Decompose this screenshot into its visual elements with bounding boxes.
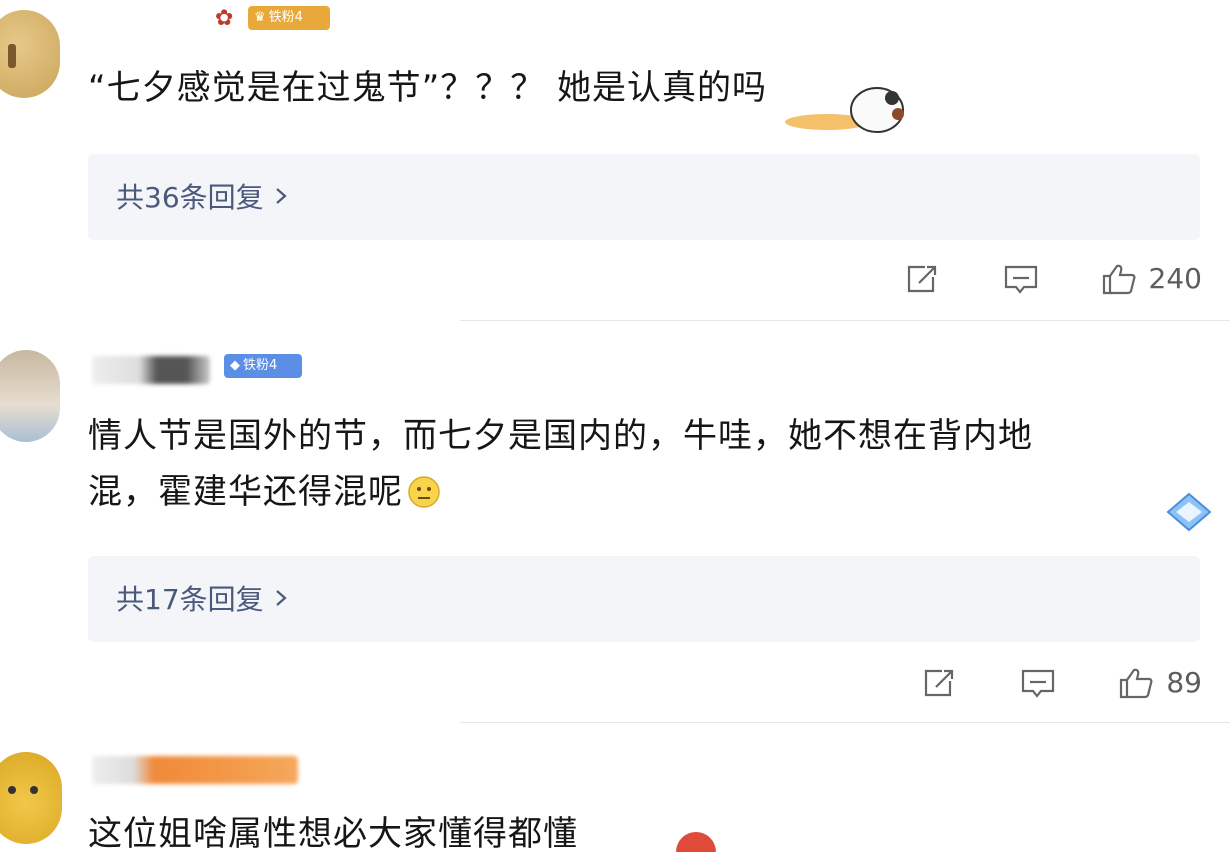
fan-level-badge: ◆ 铁粉4 — [224, 354, 302, 378]
share-icon[interactable] — [905, 263, 941, 295]
diamond-decoration-icon — [1166, 492, 1212, 532]
comment-icon[interactable] — [1003, 263, 1039, 295]
smiley-emoji-icon — [408, 476, 440, 508]
chevron-right-icon — [275, 590, 287, 606]
view-replies-link[interactable]: 共36条回复 — [116, 176, 288, 216]
comment-icon[interactable] — [1020, 667, 1056, 699]
thumbs-up-icon — [1120, 668, 1153, 698]
panda-sticker-icon — [785, 87, 904, 133]
fan-level-badge: ♛ 铁粉4 — [248, 6, 330, 30]
comment-text: “七夕感觉是在过鬼节”？？？ 她是认真的吗 — [88, 68, 768, 108]
sticker-icon — [676, 832, 716, 852]
user-ornament-icon: ✿ — [215, 6, 234, 31]
diamond-icon: ◆ — [230, 358, 240, 373]
share-icon[interactable] — [922, 667, 958, 699]
thumbs-up-icon — [1102, 264, 1136, 294]
crown-icon: ♛ — [254, 10, 266, 25]
view-replies-link[interactable]: 共17条回复 — [116, 578, 288, 618]
comment-text: 这位姐啥属性想必大家懂得都懂 — [88, 814, 578, 854]
comment-actions: 240 — [905, 262, 1202, 295]
avatar[interactable] — [0, 350, 60, 442]
avatar[interactable] — [0, 752, 62, 844]
chevron-right-icon — [275, 188, 287, 204]
fan-level-text: 铁粉4 — [243, 358, 278, 373]
reply-box[interactable]: 共17条回复 — [88, 556, 1200, 642]
like-button[interactable]: 89 — [1118, 666, 1202, 699]
avatar[interactable] — [0, 10, 60, 98]
username[interactable] — [92, 756, 298, 784]
fan-level-text: 铁粉4 — [268, 10, 303, 25]
comment-divider — [460, 722, 1230, 723]
username[interactable] — [92, 356, 210, 384]
comment-divider — [460, 320, 1230, 321]
comment-actions: 89 — [922, 666, 1202, 699]
like-count: 89 — [1166, 666, 1202, 699]
like-button[interactable]: 240 — [1101, 262, 1202, 295]
like-count: 240 — [1148, 262, 1202, 295]
reply-box[interactable]: 共36条回复 — [88, 154, 1200, 240]
comment-text: 情人节是国外的节，而七夕是国内的，牛哇，她不想在背内地 混，霍建华还得混呢 — [88, 416, 1033, 512]
